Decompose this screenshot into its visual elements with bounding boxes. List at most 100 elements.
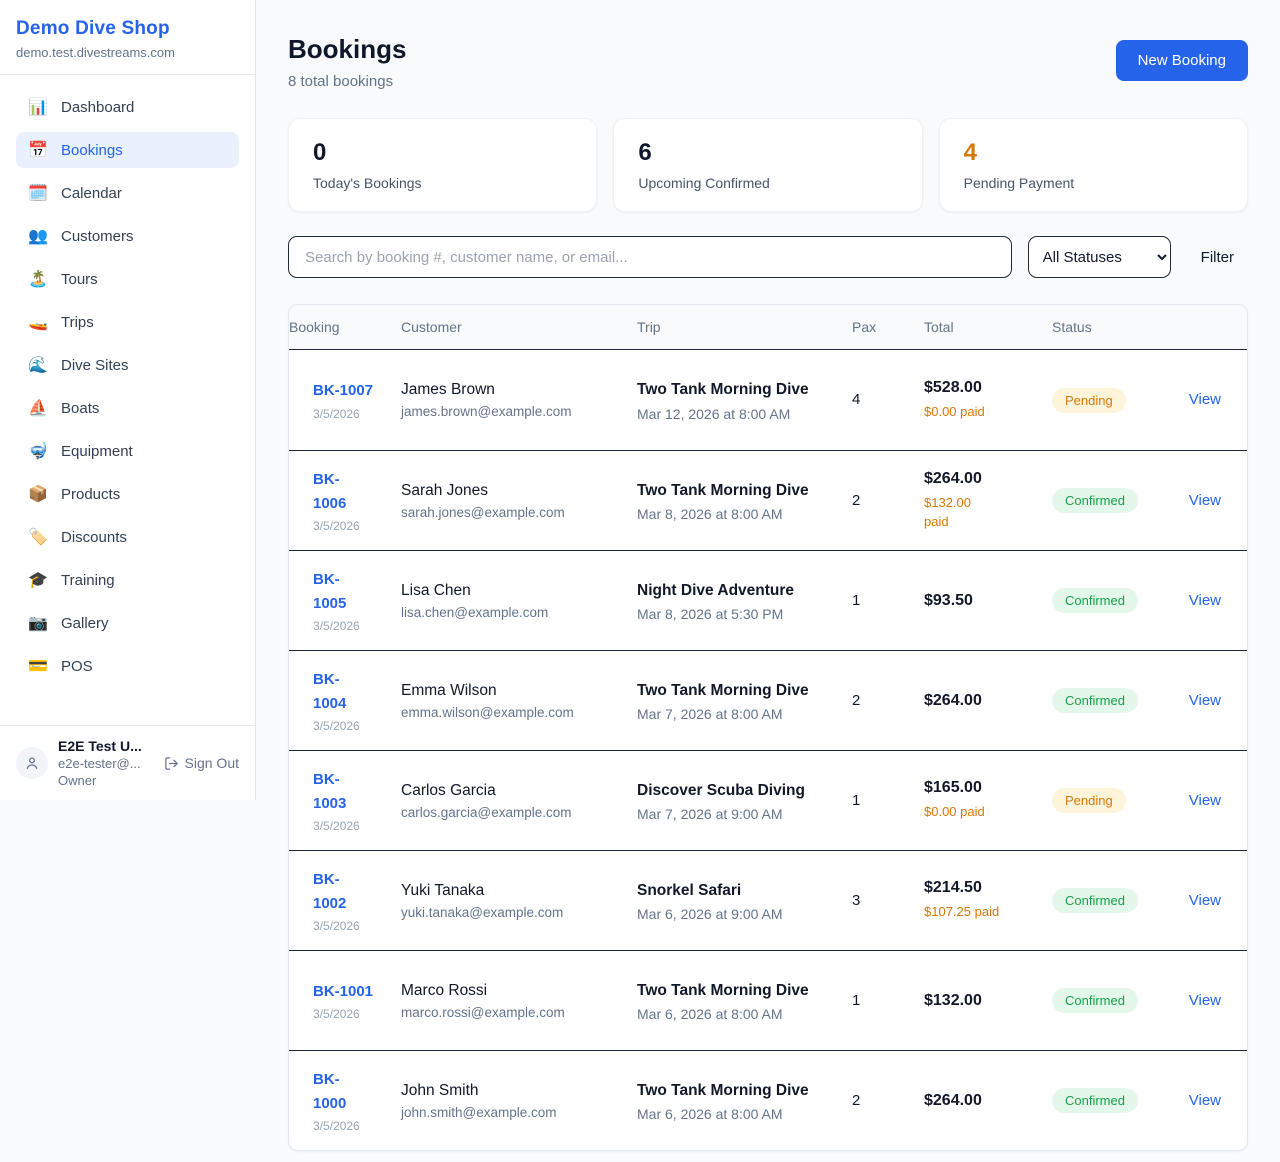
paid-amount: $0.00 paid xyxy=(924,802,1042,822)
booking-date: 3/5/2026 xyxy=(313,407,391,421)
booking-date: 3/5/2026 xyxy=(313,819,391,833)
nav-item-label: Calendar xyxy=(61,185,122,202)
status-badge: Confirmed xyxy=(1052,988,1138,1013)
person-icon xyxy=(24,755,40,771)
view-link[interactable]: View xyxy=(1189,592,1221,609)
sidebar-nav-item[interactable]: 📅 Bookings xyxy=(16,132,239,168)
filter-row: All Statuses Filter xyxy=(288,236,1248,278)
pax-cell: 2 xyxy=(852,1092,924,1110)
booking-id-link[interactable]: BK- 1000 xyxy=(313,1068,391,1115)
booking-id-link[interactable]: BK-1001 xyxy=(313,980,391,1003)
view-cell: View xyxy=(1172,492,1247,510)
table-row: BK- 1005 3/5/2026 Lisa Chen lisa.chen@ex… xyxy=(289,550,1247,650)
sidebar-nav-item[interactable]: 📷 Gallery xyxy=(16,605,239,641)
status-filter-select[interactable]: All Statuses xyxy=(1028,236,1171,278)
status-cell: Confirmed xyxy=(1052,1088,1172,1113)
trip-name: Two Tank Morning Dive xyxy=(637,1079,817,1102)
table-body: BK-1007 3/5/2026 James Brown james.brown… xyxy=(289,350,1247,1150)
nav-item-label: Customers xyxy=(61,228,134,245)
pax-cell: 3 xyxy=(852,892,924,910)
discounts-icon: 🏷️ xyxy=(28,527,48,547)
trip-datetime: Mar 7, 2026 at 8:00 AM xyxy=(637,706,842,722)
sidebar-nav-item[interactable]: 📦 Products xyxy=(16,476,239,512)
total-amount: $264.00 xyxy=(924,470,1042,488)
status-cell: Confirmed xyxy=(1052,988,1172,1013)
customer-name: Yuki Tanaka xyxy=(401,882,627,900)
view-link[interactable]: View xyxy=(1189,492,1221,509)
trip-cell: Two Tank Morning Dive Mar 6, 2026 at 8:0… xyxy=(637,979,852,1022)
booking-id-link[interactable]: BK- 1006 xyxy=(313,468,391,515)
view-link[interactable]: View xyxy=(1189,892,1221,909)
booking-id-link[interactable]: BK- 1002 xyxy=(313,868,391,915)
view-cell: View xyxy=(1172,792,1247,810)
user-name: E2E Test U... xyxy=(58,738,142,754)
view-cell: View xyxy=(1172,1092,1247,1110)
sign-out-button[interactable]: Sign Out xyxy=(164,755,239,771)
customer-email: john.smith@example.com xyxy=(401,1105,627,1120)
page-header-text: Bookings 8 total bookings xyxy=(288,34,406,90)
shop-name: Demo Dive Shop xyxy=(16,18,239,40)
booking-cell: BK-1007 3/5/2026 xyxy=(289,379,401,420)
view-link[interactable]: View xyxy=(1189,391,1221,408)
trip-cell: Two Tank Morning Dive Mar 8, 2026 at 8:0… xyxy=(637,479,852,522)
boats-icon: ⛵ xyxy=(28,398,48,418)
tours-icon: 🏝️ xyxy=(28,269,48,289)
trip-name: Discover Scuba Diving xyxy=(637,779,817,802)
stat-label: Upcoming Confirmed xyxy=(638,175,897,191)
table-row: BK- 1002 3/5/2026 Yuki Tanaka yuki.tanak… xyxy=(289,850,1247,950)
sidebar-nav-item[interactable]: 🏝️ Tours xyxy=(16,261,239,297)
booking-id-link[interactable]: BK- 1004 xyxy=(313,668,391,715)
sidebar-nav-item[interactable]: 🌊 Dive Sites xyxy=(16,347,239,383)
total-cell: $528.00 $0.00 paid xyxy=(924,379,1052,422)
trip-name: Two Tank Morning Dive xyxy=(637,378,817,401)
sidebar-nav-item[interactable]: 🗓️ Calendar xyxy=(16,175,239,211)
nav-item-label: Discounts xyxy=(61,529,127,546)
booking-id-link[interactable]: BK- 1005 xyxy=(313,568,391,615)
nav-item-label: Boats xyxy=(61,400,99,417)
pax-count: 2 xyxy=(852,492,860,509)
bookings-icon: 📅 xyxy=(28,140,48,160)
sidebar-nav-item[interactable]: 🚤 Trips xyxy=(16,304,239,340)
total-amount: $264.00 xyxy=(924,692,1042,710)
view-link[interactable]: View xyxy=(1189,992,1221,1009)
sidebar-nav-item[interactable]: 💳 POS xyxy=(16,648,239,684)
filter-button[interactable]: Filter xyxy=(1187,241,1248,274)
view-link[interactable]: View xyxy=(1189,1092,1221,1109)
sidebar-nav-item[interactable]: ⛵ Boats xyxy=(16,390,239,426)
user-email: e2e-tester@... xyxy=(58,756,142,771)
trips-icon: 🚤 xyxy=(28,312,48,332)
stat-label: Pending Payment xyxy=(964,175,1223,191)
customer-email: emma.wilson@example.com xyxy=(401,705,627,720)
customer-cell: Emma Wilson emma.wilson@example.com xyxy=(401,682,637,720)
booking-cell: BK-1001 3/5/2026 xyxy=(289,980,401,1021)
status-cell: Pending xyxy=(1052,788,1172,813)
search-input[interactable] xyxy=(288,236,1012,278)
table-row: BK-1007 3/5/2026 James Brown james.brown… xyxy=(289,350,1247,450)
nav-item-label: Tours xyxy=(61,271,98,288)
pax-count: 1 xyxy=(852,592,860,609)
dashboard-icon: 📊 xyxy=(28,97,48,117)
view-cell: View xyxy=(1172,592,1247,610)
trip-cell: Two Tank Morning Dive Mar 7, 2026 at 8:0… xyxy=(637,679,852,722)
trip-name: Two Tank Morning Dive xyxy=(637,979,817,1002)
booking-id-link[interactable]: BK-1007 xyxy=(313,379,391,402)
sidebar-nav-item[interactable]: 📊 Dashboard xyxy=(16,89,239,125)
trip-cell: Two Tank Morning Dive Mar 6, 2026 at 8:0… xyxy=(637,1079,852,1122)
sidebar-nav-item[interactable]: 🏷️ Discounts xyxy=(16,519,239,555)
sidebar-nav-item[interactable]: 🤿 Equipment xyxy=(16,433,239,469)
customer-cell: Carlos Garcia carlos.garcia@example.com xyxy=(401,782,637,820)
booking-id-link[interactable]: BK- 1003 xyxy=(313,768,391,815)
total-cell: $93.50 xyxy=(924,592,1052,610)
view-link[interactable]: View xyxy=(1189,792,1221,809)
customer-name: Lisa Chen xyxy=(401,582,627,600)
total-cell: $264.00 xyxy=(924,1092,1052,1110)
pax-cell: 1 xyxy=(852,592,924,610)
new-booking-button[interactable]: New Booking xyxy=(1116,40,1248,81)
user-info: E2E Test U... e2e-tester@... Owner xyxy=(58,738,142,788)
status-badge: Pending xyxy=(1052,788,1126,813)
view-link[interactable]: View xyxy=(1189,692,1221,709)
calendar-icon: 🗓️ xyxy=(28,183,48,203)
sidebar-nav-item[interactable]: 👥 Customers xyxy=(16,218,239,254)
paid-amount: $0.00 paid xyxy=(924,402,1042,422)
sidebar-nav-item[interactable]: 🎓 Training xyxy=(16,562,239,598)
